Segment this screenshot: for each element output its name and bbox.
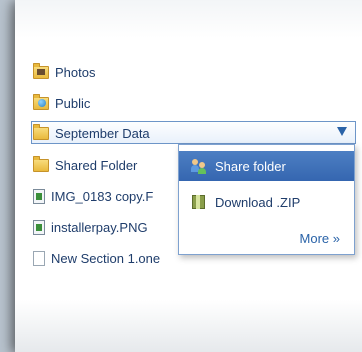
item-label: IMG_0183 copy.F [51, 188, 154, 204]
item-label: September Data [55, 125, 150, 141]
list-item-installerpay[interactable]: installerpay.PNG [33, 216, 148, 238]
panel-header [15, 0, 362, 38]
download-zip-menu-item[interactable]: Download .ZIP [179, 187, 354, 217]
zip-archive-icon [191, 194, 207, 210]
file-browser-panel: Photos Public September Data Shared Fold… [15, 0, 362, 352]
image-file-icon [33, 188, 45, 204]
list-item-september-data[interactable]: September Data [33, 122, 150, 144]
chevron-down-icon[interactable] [337, 127, 347, 136]
item-label: Public [55, 95, 91, 111]
item-label: Shared Folder [55, 157, 138, 173]
menu-item-label: Share folder [215, 158, 286, 174]
list-item-public[interactable]: Public [33, 92, 90, 114]
menu-item-label: Download .ZIP [215, 194, 301, 210]
item-label: installerpay.PNG [51, 219, 148, 235]
list-item-photos[interactable]: Photos [33, 61, 95, 83]
panel-footer [15, 300, 362, 352]
folder-icon [33, 123, 49, 140]
folder-icon [33, 155, 49, 172]
more-link[interactable]: More » [300, 231, 340, 246]
photos-folder-icon [33, 62, 49, 79]
list-item-new-section[interactable]: New Section 1.one [33, 247, 160, 269]
public-folder-icon [33, 93, 49, 110]
item-label: Photos [55, 64, 96, 80]
list-item-img-0183[interactable]: IMG_0183 copy.F [33, 185, 153, 207]
image-file-icon [33, 219, 45, 235]
document-file-icon [33, 250, 45, 266]
context-menu: Share folder Download .ZIP More » [178, 144, 355, 255]
list-item-shared-folder[interactable]: Shared Folder [33, 154, 137, 176]
item-label: New Section 1.one [51, 250, 161, 266]
share-users-icon [191, 158, 207, 174]
share-folder-menu-item[interactable]: Share folder [179, 151, 354, 181]
